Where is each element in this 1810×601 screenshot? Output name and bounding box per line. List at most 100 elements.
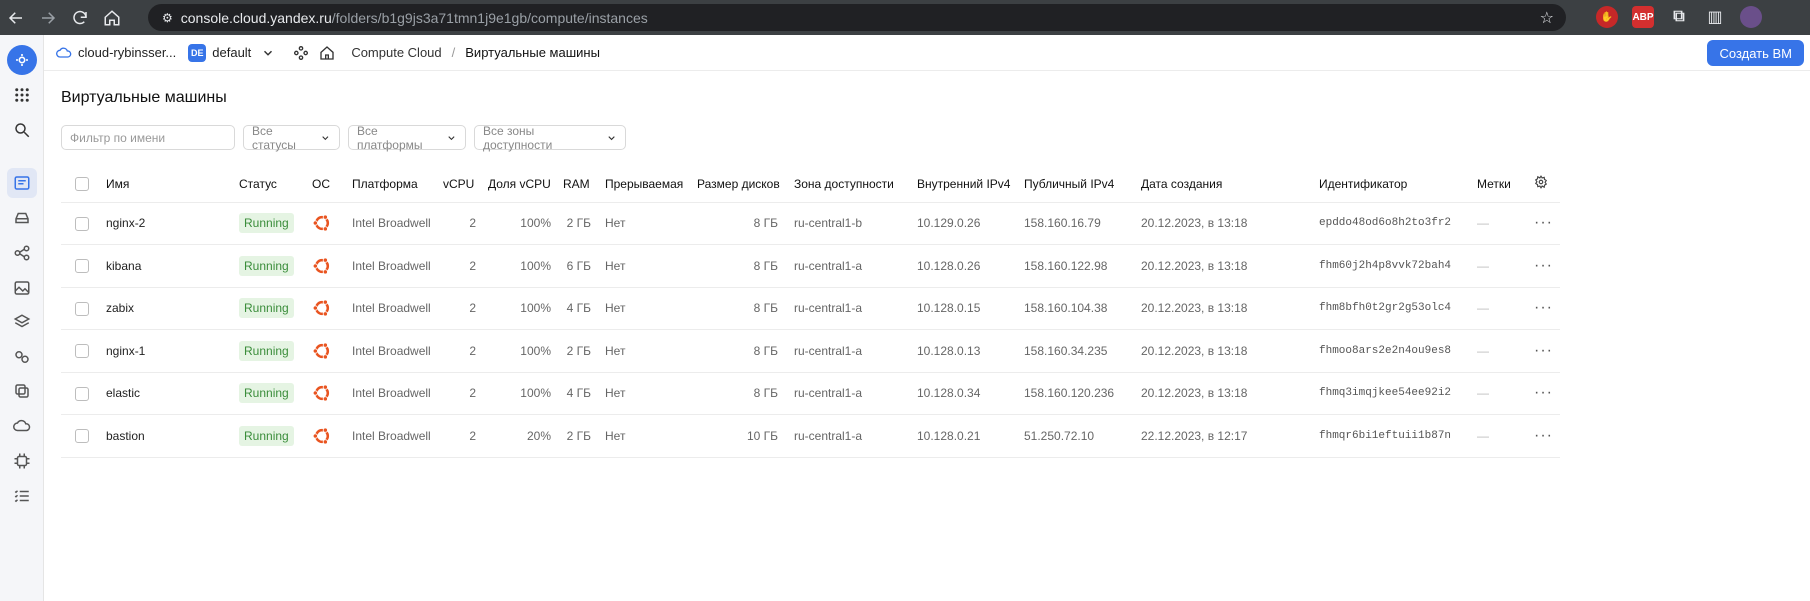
- column-header-disk-size[interactable]: Размер дисков: [697, 166, 794, 203]
- cloud-name: cloud-rybinsser...: [78, 45, 177, 60]
- backup-icon[interactable]: [7, 411, 37, 441]
- vm-name[interactable]: nginx-1: [106, 329, 239, 373]
- column-header-ram[interactable]: RAM: [563, 166, 605, 203]
- ubuntu-icon: [312, 202, 352, 245]
- column-header-labels[interactable]: Метки: [1477, 166, 1534, 203]
- vcpu-share-cell: 100%: [488, 244, 563, 288]
- row-checkbox[interactable]: [75, 386, 89, 401]
- side-panel-icon[interactable]: ▥: [1704, 6, 1726, 28]
- row-actions-menu-icon[interactable]: ···: [1534, 329, 1560, 373]
- row-actions-menu-icon[interactable]: ···: [1534, 372, 1560, 415]
- adblock-icon[interactable]: ABP: [1632, 6, 1654, 28]
- snapshots-icon[interactable]: [7, 376, 37, 406]
- chevron-down-icon: [322, 135, 329, 140]
- ubuntu-icon: [312, 287, 352, 330]
- chevron-down-icon[interactable]: [261, 46, 275, 60]
- layers-icon[interactable]: [7, 307, 37, 337]
- row-checkbox[interactable]: [75, 344, 89, 359]
- platform-filter-select[interactable]: Все платформы: [348, 124, 466, 152]
- table-settings-gear-icon[interactable]: [1534, 175, 1548, 190]
- table-row[interactable]: elastic Running Intel Broadwell 2 100% 4 ГБ Не…: [61, 372, 1560, 415]
- vm-name[interactable]: nginx-2: [106, 202, 239, 245]
- images-icon[interactable]: [7, 273, 37, 303]
- folder-name[interactable]: default: [212, 45, 251, 60]
- zone-filter-select[interactable]: Все зоны доступности: [474, 123, 626, 152]
- column-header-platform[interactable]: Платформа: [352, 166, 443, 203]
- reload-icon[interactable]: [66, 4, 94, 32]
- row-actions-menu-icon[interactable]: ···: [1534, 202, 1560, 245]
- column-header-vcpu[interactable]: vCPU: [443, 166, 488, 203]
- address-bar[interactable]: ⚙ console.cloud.yandex.ru/folders/b1g9js…: [148, 4, 1566, 31]
- virtual-machines-icon[interactable]: [7, 168, 37, 198]
- zone-filter-label: Все зоны доступности: [483, 123, 553, 152]
- vm-name[interactable]: kibana: [106, 244, 239, 288]
- id-cell: fhmqr6bi1eftuii1b87n: [1319, 414, 1477, 458]
- operations-list-icon[interactable]: [7, 481, 37, 511]
- row-actions-menu-icon[interactable]: ···: [1534, 244, 1560, 288]
- zone-cell: ru-central1-b: [794, 202, 917, 245]
- column-header-zone[interactable]: Зона доступности: [794, 166, 917, 203]
- forward-icon[interactable]: [34, 4, 62, 32]
- table-header-row: Имя Статус ОС Платформа vCPU Доля vCPU R…: [61, 166, 1560, 203]
- column-header-created[interactable]: Дата создания: [1141, 166, 1319, 203]
- column-header-status[interactable]: Статус: [239, 166, 312, 203]
- table-row[interactable]: zabix Running Intel Broadwell 2 100% 4 ГБ Нет 8…: [61, 287, 1560, 330]
- row-checkbox[interactable]: [75, 301, 89, 316]
- vm-name[interactable]: zabix: [106, 287, 239, 330]
- column-header-os[interactable]: ОС: [312, 166, 352, 203]
- column-header-internal-ip[interactable]: Внутренний IPv4: [917, 166, 1024, 203]
- disk-size-cell: 8 ГБ: [697, 372, 794, 415]
- bookmark-star-icon[interactable]: ☆: [1540, 8, 1554, 28]
- cloud-selector[interactable]: cloud-rybinsser...: [56, 45, 176, 61]
- created-cell: 20.12.2023, в 13:18: [1141, 329, 1319, 373]
- create-vm-button[interactable]: Создать ВМ: [1707, 40, 1804, 66]
- name-filter-input[interactable]: Фильтр по имени: [61, 125, 235, 150]
- vm-name[interactable]: bastion: [106, 414, 239, 458]
- column-header-name[interactable]: Имя: [106, 166, 239, 203]
- vm-name[interactable]: elastic: [106, 372, 239, 415]
- table-row[interactable]: kibana Running Intel Broadwell 2 100% 6 ГБ Нет…: [61, 244, 1560, 288]
- column-header-preemptible[interactable]: Прерываемая: [605, 166, 697, 203]
- yandex-cloud-logo-icon[interactable]: [7, 45, 37, 75]
- select-all-checkbox[interactable]: [75, 177, 89, 192]
- row-checkbox[interactable]: [75, 216, 89, 231]
- extensions-puzzle-icon[interactable]: ⧉: [1668, 6, 1690, 28]
- breadcrumb-compute-cloud[interactable]: Compute Cloud: [351, 45, 441, 60]
- column-header-id[interactable]: Идентификатор: [1319, 166, 1477, 203]
- table-row[interactable]: bastion Running Intel Broadwell 2 20% 2 ГБ Нет…: [61, 414, 1560, 458]
- status-badge: Running: [239, 383, 294, 404]
- service-graph-icon[interactable]: [293, 45, 309, 61]
- table-row[interactable]: nginx-1 Running Intel Broadwell 2 100% 2 ГБ Не…: [61, 329, 1560, 373]
- preemptible-cell: Нет: [605, 202, 697, 245]
- column-header-public-ip[interactable]: Публичный IPv4: [1024, 166, 1141, 203]
- extension-icon[interactable]: ✋: [1596, 6, 1618, 28]
- home-icon[interactable]: [98, 4, 126, 32]
- status-badge: Running: [239, 340, 294, 361]
- platform-cell: Intel Broadwell: [352, 287, 443, 330]
- row-checkbox[interactable]: [75, 429, 89, 444]
- breadcrumb-separator: /: [451, 45, 456, 60]
- row-checkbox[interactable]: [75, 259, 89, 274]
- created-cell: 20.12.2023, в 13:18: [1141, 244, 1319, 288]
- network-icon[interactable]: [7, 238, 37, 268]
- column-header-vcpu-share[interactable]: Доля vCPU: [488, 166, 563, 203]
- status-filter-select[interactable]: Все статусы: [243, 124, 340, 152]
- ubuntu-icon: [312, 244, 352, 288]
- search-icon[interactable]: [7, 115, 37, 145]
- vcpu-share-cell: 100%: [488, 287, 563, 330]
- console-header: cloud-rybinsser... DE default Compute Cl…: [44, 35, 1810, 71]
- back-icon[interactable]: [2, 4, 30, 32]
- created-cell: 20.12.2023, в 13:18: [1141, 202, 1319, 245]
- row-actions-menu-icon[interactable]: ···: [1534, 287, 1560, 330]
- disks-icon[interactable]: [7, 203, 37, 233]
- site-info-icon[interactable]: ⚙: [162, 11, 173, 25]
- home-icon[interactable]: [319, 45, 335, 61]
- gpu-clusters-icon[interactable]: [7, 446, 37, 476]
- table-row[interactable]: nginx-2 Running Intel Broadwell 2 100% 2 ГБ Не…: [61, 202, 1560, 245]
- row-actions-menu-icon[interactable]: ···: [1534, 414, 1560, 458]
- services-grid-icon[interactable]: [7, 80, 37, 110]
- instance-groups-icon[interactable]: [7, 342, 37, 372]
- public-ip-cell: 158.160.122.98: [1024, 244, 1141, 288]
- profile-avatar[interactable]: [1740, 6, 1762, 28]
- ubuntu-icon: [312, 414, 352, 458]
